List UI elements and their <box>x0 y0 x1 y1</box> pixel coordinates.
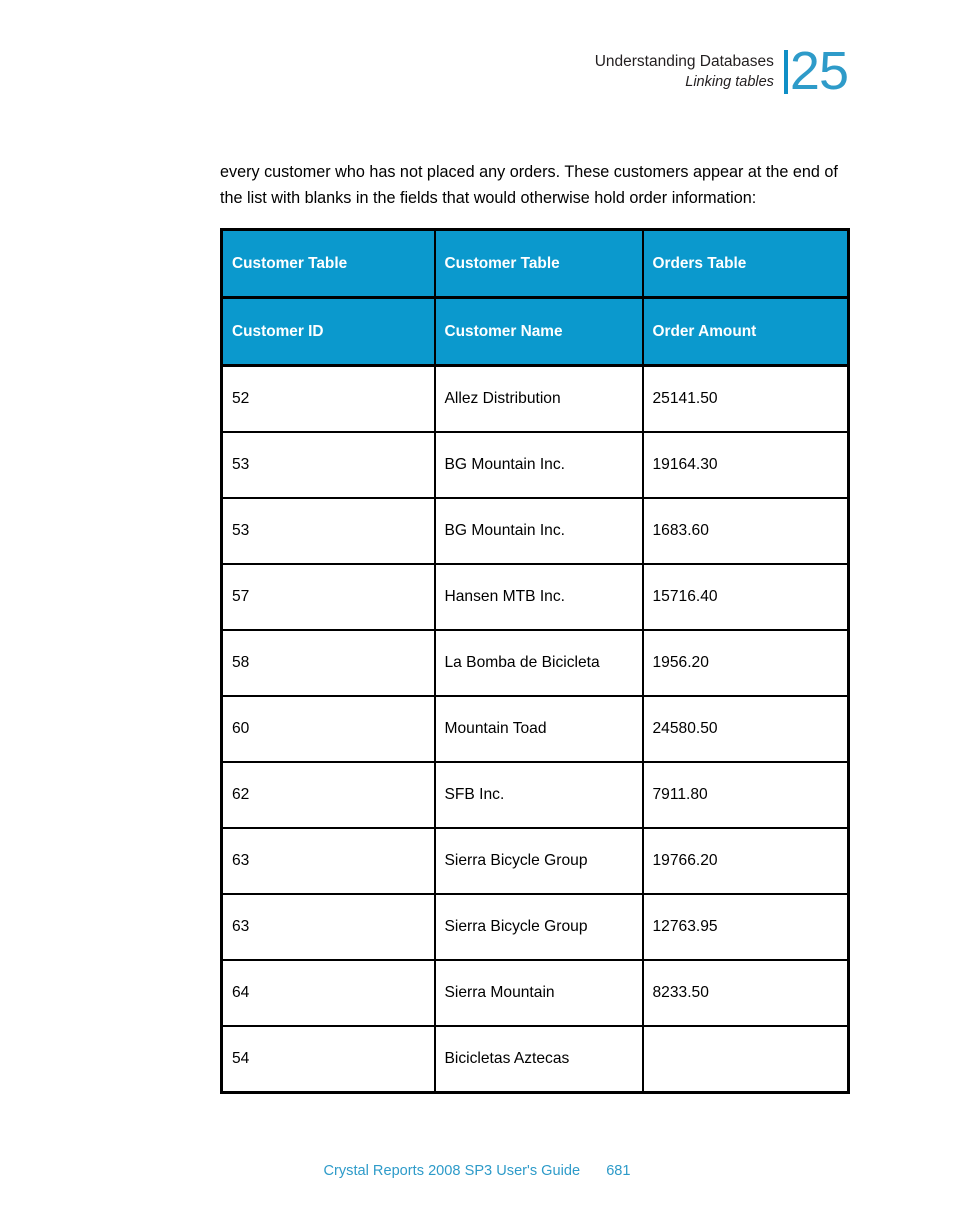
cell-customer-name: Bicicletas Aztecas <box>433 1026 644 1093</box>
cell-customer-name: SFB Inc. <box>433 762 644 829</box>
column-header-customer-name: Customer Name <box>433 297 644 367</box>
cell-customer-id: 54 <box>221 1026 436 1093</box>
table-row: 57 Hansen MTB Inc. 15716.40 <box>221 564 849 631</box>
cell-customer-name: BG Mountain Inc. <box>433 432 644 499</box>
page-header: Understanding Databases Linking tables 2… <box>595 41 849 101</box>
cell-order-amount: 25141.50 <box>641 365 849 433</box>
table-row: 53 BG Mountain Inc. 19164.30 <box>221 432 849 499</box>
source-header-customer-name: Customer Table <box>433 229 644 299</box>
linked-tables-example-table: Customer Table Customer Table Orders Tab… <box>220 228 850 1094</box>
cell-order-amount: 8233.50 <box>641 960 849 1027</box>
cell-order-amount: 15716.40 <box>641 564 849 631</box>
cell-order-amount: 7911.80 <box>641 762 849 829</box>
cell-order-amount: 1956.20 <box>641 630 849 697</box>
cell-customer-id: 63 <box>221 894 436 961</box>
cell-order-amount <box>641 1026 849 1093</box>
table-row: 58 La Bomba de Bicicleta 1956.20 <box>221 630 849 697</box>
subsection-title: Linking tables <box>685 74 774 90</box>
source-header-order-amount: Orders Table <box>641 229 849 299</box>
cell-customer-id: 62 <box>221 762 436 829</box>
column-header-order-amount: Order Amount <box>641 297 849 367</box>
cell-customer-name: Allez Distribution <box>433 365 644 433</box>
table-row: 52 Allez Distribution 25141.50 <box>221 365 849 433</box>
cell-customer-id: 53 <box>221 432 436 499</box>
table-row: 60 Mountain Toad 24580.50 <box>221 696 849 763</box>
chapter-marker: 25 <box>783 41 849 101</box>
column-header-customer-id: Customer ID <box>221 297 436 367</box>
footer-title: Crystal Reports 2008 SP3 User's Guide <box>323 1163 581 1179</box>
body-paragraph: every customer who has not placed any or… <box>220 163 838 207</box>
chapter-rule-divider <box>783 50 788 94</box>
table-row: 63 Sierra Bicycle Group 19766.20 <box>221 828 849 895</box>
cell-customer-id: 52 <box>221 365 436 433</box>
cell-customer-id: 58 <box>221 630 436 697</box>
footer-page-number: 681 <box>606 1163 631 1179</box>
table-row: 53 BG Mountain Inc. 1683.60 <box>221 498 849 565</box>
table-row: 64 Sierra Mountain 8233.50 <box>221 960 849 1027</box>
cell-order-amount: 1683.60 <box>641 498 849 565</box>
cell-customer-name: Mountain Toad <box>433 696 644 763</box>
cell-order-amount: 19164.30 <box>641 432 849 499</box>
cell-customer-id: 63 <box>221 828 436 895</box>
page-footer: Crystal Reports 2008 SP3 User's Guide 68… <box>0 1163 954 1179</box>
cell-customer-name: Sierra Bicycle Group <box>433 828 644 895</box>
table-body: 52 Allez Distribution 25141.50 53 BG Mou… <box>221 365 849 1093</box>
cell-order-amount: 19766.20 <box>641 828 849 895</box>
cell-customer-name: La Bomba de Bicicleta <box>433 630 644 697</box>
cell-customer-id: 57 <box>221 564 436 631</box>
page-header-text: Understanding Databases Linking tables <box>595 48 784 92</box>
table-header-group: Customer Table Customer Table Orders Tab… <box>221 229 849 367</box>
section-title: Understanding Databases <box>594 53 774 70</box>
table-row: 62 SFB Inc. 7911.80 <box>221 762 849 829</box>
table-source-header-row: Customer Table Customer Table Orders Tab… <box>221 229 849 299</box>
cell-customer-name: Sierra Bicycle Group <box>433 894 644 961</box>
table-row: 54 Bicicletas Aztecas <box>221 1026 849 1093</box>
table-column-header-row: Customer ID Customer Name Order Amount <box>221 297 849 367</box>
cell-customer-id: 53 <box>221 498 436 565</box>
cell-customer-name: Hansen MTB Inc. <box>433 564 644 631</box>
table-row: 63 Sierra Bicycle Group 12763.95 <box>221 894 849 961</box>
cell-order-amount: 12763.95 <box>641 894 849 961</box>
cell-customer-id: 64 <box>221 960 436 1027</box>
cell-order-amount: 24580.50 <box>641 696 849 763</box>
source-header-customer-id: Customer Table <box>221 229 436 299</box>
cell-customer-name: Sierra Mountain <box>433 960 644 1027</box>
chapter-number: 25 <box>789 41 849 101</box>
cell-customer-name: BG Mountain Inc. <box>433 498 644 565</box>
cell-customer-id: 60 <box>221 696 436 763</box>
